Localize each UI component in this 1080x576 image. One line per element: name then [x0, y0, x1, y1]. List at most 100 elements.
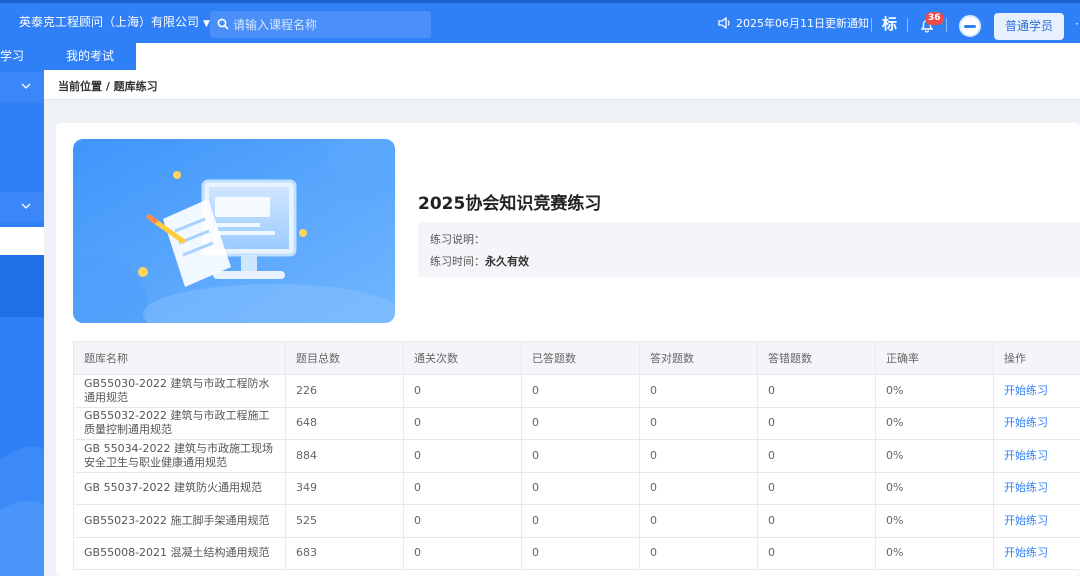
notice-text: 2025年06月11日更新通知: [736, 17, 869, 30]
company-name: 英泰克工程顾问（上海）有限公司: [19, 15, 200, 29]
search-icon: [217, 18, 229, 30]
table-header-row: 题库名称 题目总数 通关次数 已答题数 答对题数 答错题数 正确率 操作: [73, 341, 1080, 375]
nav-bar: 学习 我的考试: [0, 43, 1080, 70]
table-row: GB55023-2022 施工脚手架通用规范 525 0 0 0 0 0% 开始…: [73, 504, 1080, 538]
sidebar-group-header[interactable]: [0, 192, 44, 222]
bank-name: GB 55034-2022 建筑与市政施工现场安全卫生与职业健康通用规范: [73, 439, 286, 473]
start-practice-link[interactable]: 开始练习: [993, 406, 1080, 440]
divider: [871, 18, 872, 32]
practice-card: 2025协会知识竞赛练习 练习说明： 练习时间：永久有效 题库名称 题目总数 通…: [56, 123, 1080, 576]
search-input[interactable]: 请输入课程名称: [233, 16, 317, 33]
accuracy-rate: 0%: [875, 536, 994, 570]
nav-tab-label: 我的考试: [65, 49, 114, 63]
accuracy-rate: 0%: [875, 374, 994, 408]
company-switcher[interactable]: 英泰克工程顾问（上海）有限公司 ▼: [19, 13, 210, 33]
total-count: 525: [285, 504, 404, 538]
breadcrumb: 当前位置 / 题库练习: [58, 80, 158, 93]
wrong-count: 0: [757, 406, 876, 440]
table-row: GB55032-2022 建筑与市政工程施工质量控制通用规范 648 0 0 0…: [73, 406, 1080, 440]
wrong-count: 0: [757, 471, 876, 505]
sidebar: [0, 70, 44, 576]
avatar[interactable]: [959, 15, 981, 37]
bank-name: GB 55037-2022 建筑防火通用规范: [73, 471, 286, 505]
column-header: 答对题数: [639, 341, 758, 375]
nav-tab-my-exams[interactable]: 我的考试: [44, 43, 136, 70]
start-practice-link[interactable]: 开始练习: [993, 504, 1080, 538]
practice-title: 2025协会知识竞赛练习: [418, 194, 602, 214]
total-count: 226: [285, 374, 404, 408]
column-header: 已答题数: [521, 341, 640, 375]
wrong-count: 0: [757, 536, 876, 570]
pass-count: 0: [403, 471, 522, 505]
nav-tab-study[interactable]: 学习: [0, 43, 44, 70]
table-row: GB 55034-2022 建筑与市政施工现场安全卫生与职业健康通用规范 884…: [73, 439, 1080, 473]
breadcrumb-bar: 当前位置 / 题库练习: [44, 70, 1080, 100]
answered-count: 0: [521, 536, 640, 570]
sidebar-group-header[interactable]: [0, 72, 44, 102]
bank-name: GB55008-2021 混凝土结构通用规范: [73, 536, 286, 570]
sidebar-item[interactable]: [0, 102, 44, 190]
role-button[interactable]: 普通学员: [994, 13, 1064, 40]
practice-banner-illustration: [73, 139, 395, 323]
start-practice-link[interactable]: 开始练习: [993, 439, 1080, 473]
more-icon[interactable]: ·: [1075, 17, 1079, 31]
start-practice-link[interactable]: 开始练习: [993, 374, 1080, 408]
bank-name: GB55032-2022 建筑与市政工程施工质量控制通用规范: [73, 406, 286, 440]
start-practice-link[interactable]: 开始练习: [993, 471, 1080, 505]
bank-name: GB55023-2022 施工脚手架通用规范: [73, 504, 286, 538]
column-header: 正确率: [875, 341, 994, 375]
answered-count: 0: [521, 471, 640, 505]
answered-count: 0: [521, 439, 640, 473]
nav-tab-label: 学习: [0, 49, 25, 63]
total-count: 349: [285, 471, 404, 505]
total-count: 683: [285, 536, 404, 570]
update-notice[interactable]: 2025年06月11日更新通知: [718, 15, 869, 31]
pass-count: 0: [403, 536, 522, 570]
answered-count: 0: [521, 504, 640, 538]
sidebar-item-active[interactable]: [0, 227, 44, 255]
total-count: 648: [285, 406, 404, 440]
sidebar-item[interactable]: [0, 255, 44, 317]
practice-time: 练习时间：永久有效: [430, 253, 529, 269]
divider: [907, 18, 908, 32]
accuracy-rate: 0%: [875, 406, 994, 440]
start-practice-link[interactable]: 开始练习: [993, 536, 1080, 570]
sidebar-decoration: [0, 446, 44, 576]
correct-count: 0: [639, 471, 758, 505]
accuracy-rate: 0%: [875, 439, 994, 473]
divider: [946, 18, 947, 32]
practice-description: 练习说明：: [430, 231, 485, 247]
top-header: 英泰克工程顾问（上海）有限公司 ▼ 请输入课程名称 2025年06月11日更新通知…: [0, 0, 1080, 43]
column-header: 题库名称: [73, 341, 286, 375]
correct-count: 0: [639, 374, 758, 408]
column-header: 题目总数: [285, 341, 404, 375]
practice-info: 练习说明： 练习时间：永久有效: [418, 222, 1080, 277]
correct-count: 0: [639, 406, 758, 440]
time-value: 永久有效: [485, 255, 529, 268]
accuracy-rate: 0%: [875, 471, 994, 505]
wrong-count: 0: [757, 504, 876, 538]
wrong-count: 0: [757, 439, 876, 473]
accuracy-rate: 0%: [875, 504, 994, 538]
total-count: 884: [285, 439, 404, 473]
table-row: GB55030-2022 建筑与市政工程防水通用规范 226 0 0 0 0 0…: [73, 374, 1080, 408]
correct-count: 0: [639, 504, 758, 538]
course-search[interactable]: 请输入课程名称: [210, 11, 431, 38]
pass-count: 0: [403, 406, 522, 440]
caret-down-icon: ▼: [203, 19, 210, 29]
notification-badge: 36: [925, 12, 944, 25]
speaker-icon: [718, 16, 730, 30]
correct-count: 0: [639, 439, 758, 473]
bank-name: GB55030-2022 建筑与市政工程防水通用规范: [73, 374, 286, 408]
pass-count: 0: [403, 374, 522, 408]
table-row: GB55008-2021 混凝土结构通用规范 683 0 0 0 0 0% 开始…: [73, 536, 1080, 570]
chevron-down-icon: [21, 83, 31, 89]
pass-count: 0: [403, 439, 522, 473]
answered-count: 0: [521, 406, 640, 440]
question-bank-table: 题库名称 题目总数 通关次数 已答题数 答对题数 答错题数 正确率 操作 GB5…: [73, 341, 1080, 570]
column-header: 通关次数: [403, 341, 522, 375]
mark-button[interactable]: 标: [882, 13, 897, 34]
pass-count: 0: [403, 504, 522, 538]
table-row: GB 55037-2022 建筑防火通用规范 349 0 0 0 0 0% 开始…: [73, 471, 1080, 505]
wrong-count: 0: [757, 374, 876, 408]
